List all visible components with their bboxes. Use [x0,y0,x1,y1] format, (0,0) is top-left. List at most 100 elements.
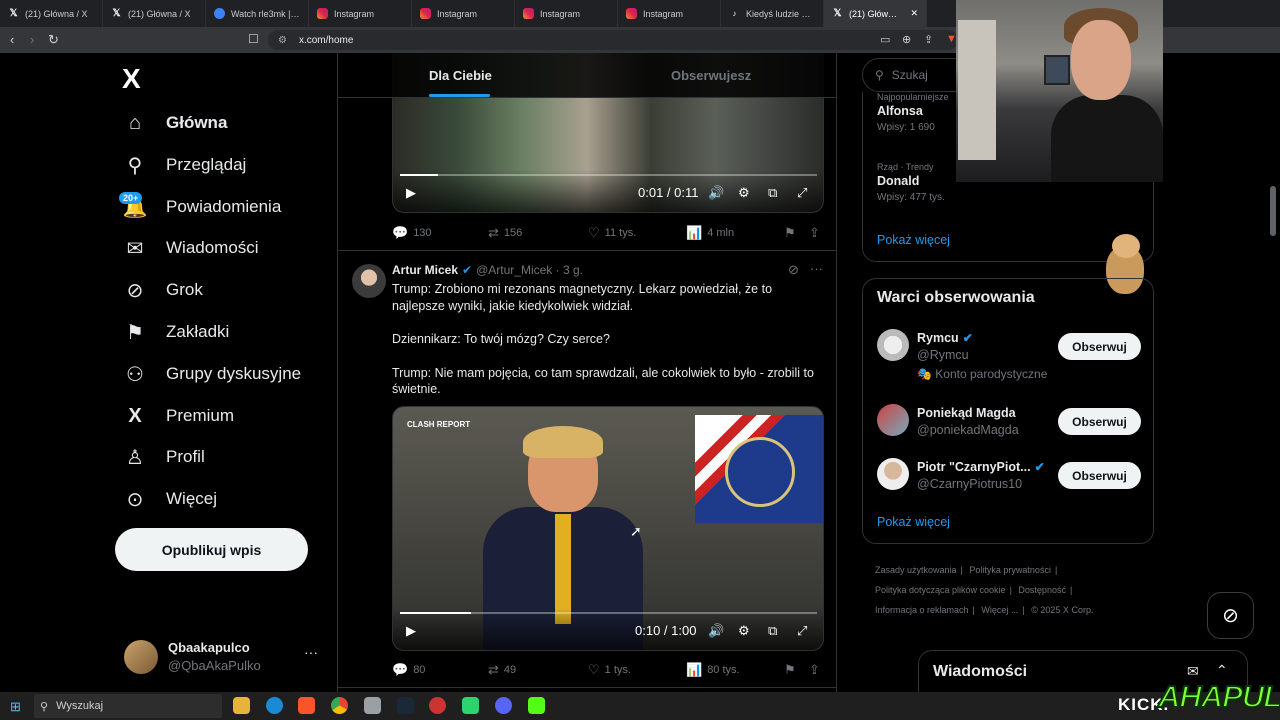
pip-icon[interactable]: ⧉ [768,185,777,201]
nav-item-home[interactable]: ⌂ Główna [122,105,227,141]
grok-floating-button[interactable]: ⊘ [1207,592,1254,639]
like-button[interactable]: ♡ 11 tys. [588,225,636,241]
steam-icon[interactable] [397,697,414,714]
discord-icon[interactable] [495,697,512,714]
more-icon[interactable]: ··· [810,261,823,276]
views-button[interactable]: 📊 4 mln [686,225,734,241]
nav-item-bookmarks[interactable]: ⚑ Zakładki [122,314,229,350]
app-icon[interactable] [364,697,381,714]
follow-button[interactable]: Obserwuj [1058,408,1141,435]
show-more-link[interactable]: Pokaż więcej [877,515,950,529]
chrome-icon[interactable] [331,697,348,714]
views-button[interactable]: 📊 80 tys. [686,662,740,678]
brave-icon[interactable] [298,697,315,714]
follow-button[interactable]: Obserwuj [1058,333,1141,360]
repost-button[interactable]: ⇄ 156 [488,225,522,241]
browser-tab[interactable]: Instagram [618,0,721,27]
nav-item-grok[interactable]: ⊘ Grok [122,272,203,308]
follow-suggestion[interactable]: Piotr "CzarnyPiot... ✔ @CzarnyPiotrus10 O… [877,458,1142,508]
nav-item-profile[interactable]: ♙ Profil [122,439,205,475]
grok-icon[interactable]: ⊘ [788,262,799,278]
footer-link[interactable]: Polityka prywatności [969,565,1051,575]
chevron-up-icon[interactable]: ⌃ [1216,662,1228,679]
x-logo-icon[interactable]: X [122,63,141,95]
nav-item-explore[interactable]: ⚲ Przeglądaj [122,147,247,183]
nav-item-notifications[interactable]: 🔔 Powiadomienia [122,189,282,225]
footer-link[interactable]: Zasady użytkowania [875,565,957,575]
account-switcher[interactable]: Qbaakapulco @QbaAkaPulko ··· [124,638,324,678]
video-progress-bar[interactable] [400,612,817,614]
bookmark-button[interactable]: ⚑ [784,662,796,678]
trend-item[interactable]: Rząd · Trendy Donald Wpisy: 477 tys. [877,162,945,203]
follow-suggestion[interactable]: Poniekąd Magda @poniekadMagda Obserwuj [877,404,1142,454]
file-explorer-icon[interactable] [233,697,250,714]
bookmark-page-icon[interactable]: ☐ [248,32,259,46]
edge-icon[interactable] [266,697,283,714]
media-player-icon[interactable] [462,697,479,714]
browser-tab[interactable]: Watch rle3mk | Stre [206,0,309,27]
footer-link[interactable]: Informacja o reklamach [875,605,969,615]
share-button[interactable]: ⇪ [809,225,820,241]
tab-for-you[interactable]: Dla Ciebie [429,68,492,83]
site-settings-icon[interactable]: ⚙ [278,35,287,46]
browser-tab[interactable]: ♪ Kiedyś ludzie mieli [721,0,824,27]
show-more-link[interactable]: Pokaż więcej [877,233,950,247]
author-name[interactable]: Artur Micek [392,263,458,277]
nav-item-communities[interactable]: ⚇ Grupy dyskusyjne [122,356,301,392]
share-icon[interactable]: ⇪ [924,33,933,46]
windows-start-icon[interactable]: ⊞ [10,699,21,715]
volume-icon[interactable]: 🔊 [708,185,724,201]
kick-app-icon[interactable] [528,697,545,714]
close-tab-icon[interactable]: ✕ [910,8,918,19]
post-button[interactable]: Opublikuj wpis [115,528,308,571]
reply-button[interactable]: 💬 80 [392,662,425,678]
reply-button[interactable]: 💬 130 [392,225,432,241]
nav-item-more[interactable]: ⊙ Więcej [122,481,217,517]
like-button[interactable]: ♡ 1 tys. [588,662,631,678]
new-message-icon[interactable]: ✉ [1187,663,1199,680]
browser-tab[interactable]: 𝕏 (21) Główna / X [0,0,103,27]
footer-link[interactable]: Więcej ... [981,605,1018,615]
repost-button[interactable]: ⇄ 49 [488,662,516,678]
browser-tab[interactable]: 𝕏 (21) Główna / X [103,0,206,27]
forward-icon[interactable]: › [30,32,34,47]
footer-link[interactable]: Dostępność [1018,585,1066,595]
back-icon[interactable]: ‹ [10,32,14,47]
nav-item-messages[interactable]: ✉ Wiadomości [122,230,259,266]
share-button[interactable]: ⇪ [809,662,820,678]
trend-item[interactable]: Najpopularniejsze Alfonsa Wpisy: 1 690 [877,92,949,133]
browser-tab[interactable]: Instagram [412,0,515,27]
zoom-icon[interactable]: ⊕ [902,33,911,46]
volume-icon[interactable]: 🔊 [708,623,724,639]
fullscreen-icon[interactable]: ⤢ [797,185,807,201]
tab-following[interactable]: Obserwujesz [671,68,751,83]
browser-tab-active[interactable]: 𝕏(21) Główna / X✕ [824,0,927,27]
avatar [124,640,158,674]
bar-chart-icon: 📊 [686,662,703,677]
browser-tab[interactable]: Instagram [515,0,618,27]
follow-button[interactable]: Obserwuj [1058,462,1141,489]
author-handle[interactable]: @Artur_Micek · 3 g. [476,263,583,277]
settings-icon[interactable]: ⚙ [738,185,750,201]
bookmark-button[interactable]: ⚑ [784,225,796,241]
pip-icon[interactable]: ⧉ [768,623,777,639]
video-player[interactable]: CLASH REPORT ▶ 0:10 / 1:00 🔊 ⚙ ⧉ ⤢ [392,406,824,651]
follow-suggestion[interactable]: Rymcu ✔ @Rymcu 🎭 Konto parodystyczne Obse… [877,329,1142,381]
taskbar-search-input[interactable]: ⚲ Wyszukaj [34,694,222,718]
obs-icon[interactable] [429,697,446,714]
address-bar[interactable]: ⚙ x.com/home [268,30,958,50]
play-icon[interactable]: ▶ [406,185,416,201]
footer-link[interactable]: Polityka dotycząca plików cookie [875,585,1006,595]
more-icon[interactable]: ··· [304,644,318,660]
browser-tab[interactable]: Instagram [309,0,412,27]
play-icon[interactable]: ▶ [406,623,416,639]
avatar[interactable] [352,264,386,298]
fullscreen-icon[interactable]: ⤢ [797,623,807,639]
cast-icon[interactable]: ▭ [880,33,890,46]
reload-icon[interactable]: ↻ [48,32,59,48]
video-time: 0:10 / 1:00 [635,623,697,638]
scrollbar[interactable] [1270,186,1276,236]
nav-item-premium[interactable]: X Premium [122,398,234,434]
settings-icon[interactable]: ⚙ [738,623,750,639]
video-progress-bar[interactable] [400,174,817,176]
